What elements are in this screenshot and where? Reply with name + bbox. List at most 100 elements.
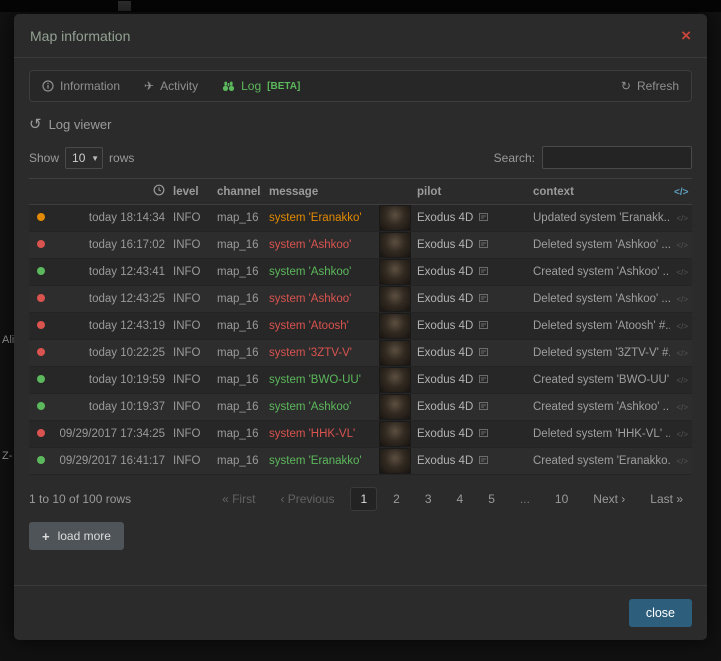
col-raw: </> bbox=[670, 179, 692, 205]
status-dot bbox=[37, 429, 45, 437]
tab-log-label: Log bbox=[241, 79, 261, 93]
log-time: today 10:19:37 bbox=[53, 394, 169, 421]
pilot-card-icon[interactable] bbox=[479, 347, 488, 359]
modal-footer: close bbox=[14, 585, 707, 640]
pilot-card-icon[interactable] bbox=[479, 401, 488, 413]
modal-header: Map information × bbox=[14, 14, 707, 58]
table-row: today 12:43:19 INFO map_16 system 'Atoos… bbox=[29, 313, 692, 340]
expand-row-icon[interactable]: </> bbox=[676, 268, 688, 277]
pagination-item[interactable]: Last » bbox=[641, 488, 692, 510]
log-message: system 'Ashkoo' bbox=[265, 286, 377, 313]
pagination-item[interactable]: 2 bbox=[384, 488, 409, 510]
tab-log[interactable]: Log [BETA] bbox=[222, 79, 300, 93]
close-button[interactable]: close bbox=[629, 599, 692, 627]
pilot-card-icon[interactable] bbox=[479, 266, 488, 278]
log-time: today 10:19:59 bbox=[53, 367, 169, 394]
pilot-avatar bbox=[379, 421, 411, 447]
log-channel: map_16 bbox=[213, 367, 265, 394]
pilot-avatar bbox=[379, 367, 411, 393]
log-table-panel: Show 10 ▼ rows Search: bbox=[29, 140, 692, 550]
log-table: level channel message pilot context </> … bbox=[29, 178, 692, 475]
rows-per-page-select[interactable]: 10 bbox=[65, 147, 103, 169]
expand-row-icon[interactable]: </> bbox=[676, 349, 688, 358]
log-context: Deleted system '3ZTV-V' #... bbox=[529, 340, 670, 367]
table-row: today 10:19:59 INFO map_16 system 'BWO-U… bbox=[29, 367, 692, 394]
status-dot bbox=[37, 213, 45, 221]
pilot-card-icon[interactable] bbox=[479, 428, 488, 440]
expand-row-icon[interactable]: </> bbox=[676, 214, 688, 223]
refresh-button[interactable]: ↻ Refresh bbox=[621, 79, 679, 93]
log-time: today 12:43:19 bbox=[53, 313, 169, 340]
pilot-avatar bbox=[379, 205, 411, 231]
log-message: system 'BWO-UU' bbox=[265, 367, 377, 394]
tab-information[interactable]: Information bbox=[42, 79, 120, 93]
log-context: Updated system 'Eranakk... bbox=[529, 205, 670, 232]
pagination-item[interactable]: 4 bbox=[448, 488, 473, 510]
pilot-name: Exodus 4D bbox=[417, 320, 473, 332]
tab-activity[interactable]: ✈ Activity bbox=[144, 79, 198, 93]
rows-per-page-control: Show 10 ▼ rows bbox=[29, 147, 134, 169]
pagination-item[interactable]: ‹ Previous bbox=[271, 488, 343, 510]
log-channel: map_16 bbox=[213, 313, 265, 340]
col-status bbox=[29, 179, 53, 205]
load-more-button[interactable]: + load more bbox=[29, 522, 124, 550]
log-channel: map_16 bbox=[213, 286, 265, 313]
expand-row-icon[interactable]: </> bbox=[676, 376, 688, 385]
table-row: today 10:19:37 INFO map_16 system 'Ashko… bbox=[29, 394, 692, 421]
expand-row-icon[interactable]: </> bbox=[676, 430, 688, 439]
pagination-item[interactable]: 3 bbox=[416, 488, 441, 510]
pilot-card-icon[interactable] bbox=[479, 374, 488, 386]
expand-row-icon[interactable]: </> bbox=[676, 403, 688, 412]
pagination-item[interactable]: « First bbox=[213, 488, 264, 510]
table-row: today 12:43:41 INFO map_16 system 'Ashko… bbox=[29, 259, 692, 286]
pagination-item[interactable]: 5 bbox=[479, 488, 504, 510]
plus-icon: + bbox=[42, 530, 50, 543]
log-time: today 10:22:25 bbox=[53, 340, 169, 367]
table-toolbar: Show 10 ▼ rows Search: bbox=[29, 146, 692, 169]
col-level: level bbox=[169, 179, 213, 205]
pilot-avatar bbox=[379, 286, 411, 312]
pilot-card-icon[interactable] bbox=[479, 455, 488, 467]
status-dot bbox=[37, 267, 45, 275]
expand-row-icon[interactable]: </> bbox=[676, 295, 688, 304]
expand-row-icon[interactable]: </> bbox=[676, 322, 688, 331]
pagination-item[interactable]: ... bbox=[511, 488, 539, 510]
log-message: system 'Atoosh' bbox=[265, 313, 377, 340]
log-time: today 18:14:34 bbox=[53, 205, 169, 232]
table-footer: 1 to 10 of 100 rows « First ‹ Previous 1… bbox=[29, 487, 692, 511]
show-label: Show bbox=[29, 151, 59, 165]
col-channel: channel bbox=[213, 179, 265, 205]
pagination-item[interactable]: Next › bbox=[584, 488, 634, 510]
clock-icon bbox=[153, 184, 165, 196]
status-dot bbox=[37, 456, 45, 464]
log-table-body: today 18:14:34 INFO map_16 system 'Erana… bbox=[29, 205, 692, 475]
info-icon bbox=[42, 80, 54, 92]
table-row: today 16:17:02 INFO map_16 system 'Ashko… bbox=[29, 232, 692, 259]
history-icon: ↺ bbox=[29, 117, 42, 132]
expand-row-icon[interactable]: </> bbox=[676, 241, 688, 250]
log-time: 09/29/2017 17:34:25 bbox=[53, 421, 169, 448]
beta-badge: [BETA] bbox=[267, 81, 300, 92]
expand-row-icon[interactable]: </> bbox=[676, 457, 688, 466]
pilot-card-icon[interactable] bbox=[479, 212, 488, 224]
close-icon[interactable]: × bbox=[681, 27, 691, 44]
pilot-card-icon[interactable] bbox=[479, 320, 488, 332]
binoculars-icon bbox=[222, 80, 235, 92]
search-input[interactable] bbox=[542, 146, 692, 169]
code-icon[interactable]: </> bbox=[674, 187, 688, 198]
log-context: Created system 'BWO-UU'... bbox=[529, 367, 670, 394]
log-time: today 12:43:25 bbox=[53, 286, 169, 313]
log-level: INFO bbox=[169, 232, 213, 259]
pagination-item[interactable]: 1 bbox=[350, 487, 377, 511]
map-information-modal: Map information × Information ✈ Activity… bbox=[14, 14, 707, 640]
pilot-card-icon[interactable] bbox=[479, 293, 488, 305]
status-dot bbox=[37, 402, 45, 410]
log-level: INFO bbox=[169, 205, 213, 232]
log-message: system 'Ashkoo' bbox=[265, 259, 377, 286]
pilot-card-icon[interactable] bbox=[479, 239, 488, 251]
status-dot bbox=[37, 294, 45, 302]
table-row: 09/29/2017 17:34:25 INFO map_16 system '… bbox=[29, 421, 692, 448]
pilot-avatar bbox=[379, 340, 411, 366]
pagination-item[interactable]: 10 bbox=[546, 488, 577, 510]
log-message: system '3ZTV-V' bbox=[265, 340, 377, 367]
